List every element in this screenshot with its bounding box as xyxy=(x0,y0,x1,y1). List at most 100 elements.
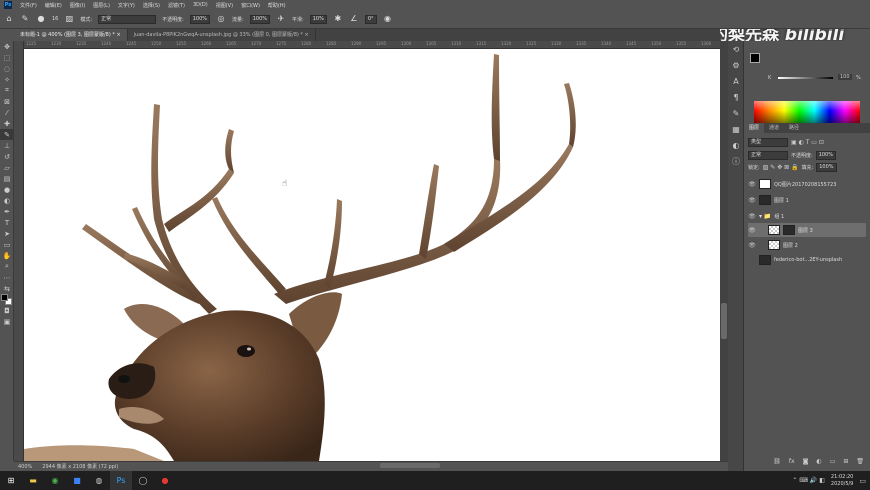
color-swatches-icon[interactable] xyxy=(0,294,14,305)
path-select-icon[interactable]: ➤ xyxy=(0,228,14,239)
menu-image[interactable]: 图像(I) xyxy=(70,2,85,9)
app-blue-icon[interactable]: ■ xyxy=(66,471,88,490)
menu-help[interactable]: 帮助(H) xyxy=(268,2,286,9)
home-icon[interactable]: ⌂ xyxy=(4,14,14,24)
flow-field[interactable]: 100% xyxy=(249,14,271,24)
dodge-tool-icon[interactable]: ◐ xyxy=(0,195,14,206)
tab-paths[interactable]: 路径 xyxy=(784,123,804,133)
k-value-field[interactable]: 100 xyxy=(838,74,852,80)
eye-icon[interactable]: 👁 xyxy=(748,227,756,234)
menu-file[interactable]: 文件(F) xyxy=(20,2,37,9)
folder-icon[interactable]: ▾ 📁 xyxy=(759,213,771,220)
history-panel-icon[interactable]: ⟲ xyxy=(728,41,744,57)
new-group-icon[interactable]: ▭ xyxy=(830,458,836,465)
app-ring-icon[interactable]: ◯ xyxy=(132,471,154,490)
mode-select[interactable]: 正常 xyxy=(98,14,157,24)
app-red-icon[interactable]: ● xyxy=(154,471,176,490)
menu-edit[interactable]: 编辑(E) xyxy=(45,2,62,9)
layer-row[interactable]: 👁 图层 2 xyxy=(748,238,866,252)
eraser-icon[interactable]: ▱ xyxy=(0,162,14,173)
photoshop-logo-icon[interactable]: Ps xyxy=(4,1,12,9)
pressure-opacity-icon[interactable]: ◎ xyxy=(216,14,226,24)
photoshop-taskbar-icon[interactable]: Ps xyxy=(110,471,132,490)
layer-row[interactable]: 👁 federico-bot...2EY-unsplash xyxy=(748,253,866,267)
delete-layer-icon[interactable]: 🗑 xyxy=(856,458,864,465)
zoom-level[interactable]: 400% xyxy=(18,464,32,470)
color-spectrum[interactable] xyxy=(754,101,860,125)
adjustments-panel-icon[interactable]: ◐ xyxy=(728,137,744,153)
menu-3d[interactable]: 3D(D) xyxy=(193,2,208,8)
chrome-icon[interactable]: ◉ xyxy=(44,471,66,490)
airbrush-icon[interactable]: ✈ xyxy=(276,14,286,24)
pressure-size-icon[interactable]: ◉ xyxy=(383,14,393,24)
menu-filter[interactable]: 滤镜(T) xyxy=(168,2,185,9)
add-mask-icon[interactable]: ◙ xyxy=(803,458,809,465)
brush-tool-icon[interactable]: ✎ xyxy=(20,14,30,24)
lasso-tool-icon[interactable]: ◌ xyxy=(0,63,14,74)
screen-mode-icon[interactable]: ▣ xyxy=(0,316,14,327)
vertical-scroll-thumb[interactable] xyxy=(721,303,727,339)
new-layer-icon[interactable]: ⊞ xyxy=(843,458,848,465)
start-icon[interactable]: ⊞ xyxy=(0,471,22,490)
shape-tool-icon[interactable]: ▭ xyxy=(0,239,14,250)
menu-view[interactable]: 视图(V) xyxy=(216,2,233,9)
tab-juan-davila[interactable]: juan-davila-P8PlK2nGwqA-unsplash.jpg @ 3… xyxy=(128,29,316,41)
move-tool-icon[interactable]: ✥ xyxy=(0,41,14,52)
character-panel-icon[interactable]: A xyxy=(728,73,744,89)
menu-window[interactable]: 窗口(W) xyxy=(241,2,260,9)
angle-field[interactable]: 0° xyxy=(364,14,377,24)
layer-opacity-field[interactable]: 100% xyxy=(815,150,836,160)
more-tools-icon[interactable]: ⋯ xyxy=(0,272,14,283)
healing-brush-icon[interactable]: ✚ xyxy=(0,118,14,129)
layer-mask-thumbnail[interactable] xyxy=(783,225,795,235)
clock[interactable]: 21:02:20 2020/5/9 xyxy=(831,474,853,488)
hand-tool-icon[interactable]: ✋ xyxy=(0,250,14,261)
swatches-panel-icon[interactable]: ▦ xyxy=(728,121,744,137)
eyedropper-icon[interactable]: ⁄ xyxy=(0,107,14,118)
explorer-icon[interactable]: ▬ xyxy=(22,471,44,490)
app-circle-icon[interactable]: ◍ xyxy=(88,471,110,490)
info-panel-icon[interactable]: ⓘ xyxy=(728,153,744,169)
layer-kind-select[interactable]: 类型 xyxy=(748,137,788,147)
zoom-tool-icon[interactable]: ⌕ xyxy=(0,261,14,272)
brush-panel-icon[interactable]: ▨ xyxy=(64,14,74,24)
fill-field[interactable]: 100% xyxy=(816,162,837,172)
brush-icon[interactable]: ✎ xyxy=(0,129,14,140)
quick-select-icon[interactable]: ✧ xyxy=(0,74,14,85)
adjustment-layer-icon[interactable]: ◐ xyxy=(816,458,821,465)
properties-panel-icon[interactable]: ⚙ xyxy=(728,57,744,73)
horizontal-scroll-thumb[interactable] xyxy=(380,463,440,468)
quick-mask-icon[interactable]: ◘ xyxy=(0,305,14,316)
clone-stamp-icon[interactable]: ⊥ xyxy=(0,140,14,151)
eye-icon[interactable]: 👁 xyxy=(748,181,756,188)
tab-layers[interactable]: 图层 xyxy=(744,123,765,133)
foreground-color-swatch[interactable] xyxy=(750,53,760,63)
crop-tool-icon[interactable]: ⌗ xyxy=(0,85,14,96)
gear-icon[interactable]: ✱ xyxy=(333,14,343,24)
layer-row[interactable]: 👁 图层 1 xyxy=(748,193,866,207)
blur-tool-icon[interactable]: ● xyxy=(0,184,14,195)
menu-layer[interactable]: 图层(L) xyxy=(93,2,110,9)
gradient-tool-icon[interactable]: ▤ xyxy=(0,173,14,184)
vertical-scrollbar[interactable] xyxy=(720,41,728,461)
filter-icons[interactable]: ▣ ◐ T ▭ ⊡ xyxy=(791,139,824,146)
menu-type[interactable]: 文字(Y) xyxy=(118,2,135,9)
type-tool-icon[interactable]: T xyxy=(0,217,14,228)
frame-tool-icon[interactable]: ⊠ xyxy=(0,96,14,107)
layer-row-selected[interactable]: 👁 图层 3 xyxy=(748,223,866,237)
marquee-tool-icon[interactable]: ⬚ xyxy=(0,52,14,63)
eye-icon[interactable]: 👁 xyxy=(748,242,756,249)
eye-icon[interactable]: 👁 xyxy=(748,257,756,264)
tab-untitled-1[interactable]: 未标题-1 @ 400% (图层 3, 图层蒙版/8) * × xyxy=(14,29,128,41)
eye-icon[interactable]: 👁 xyxy=(748,197,756,204)
brush-settings-icon[interactable]: ✎ xyxy=(728,105,744,121)
k-slider[interactable] xyxy=(778,77,833,79)
document-canvas[interactable]: ☝ xyxy=(24,49,720,461)
layer-group-row[interactable]: 👁 ▾ 📁 组 1 xyxy=(748,209,866,223)
tray-icons[interactable]: ⌃ ⌨ 🔊 ◧ xyxy=(792,477,825,484)
notification-icon[interactable]: ▭ xyxy=(859,477,866,485)
blend-mode-select[interactable]: 正常 xyxy=(748,150,788,160)
paragraph-panel-icon[interactable]: ¶ xyxy=(728,89,744,105)
opacity-field[interactable]: 100% xyxy=(189,14,211,24)
fx-icon[interactable]: fx xyxy=(789,458,795,465)
